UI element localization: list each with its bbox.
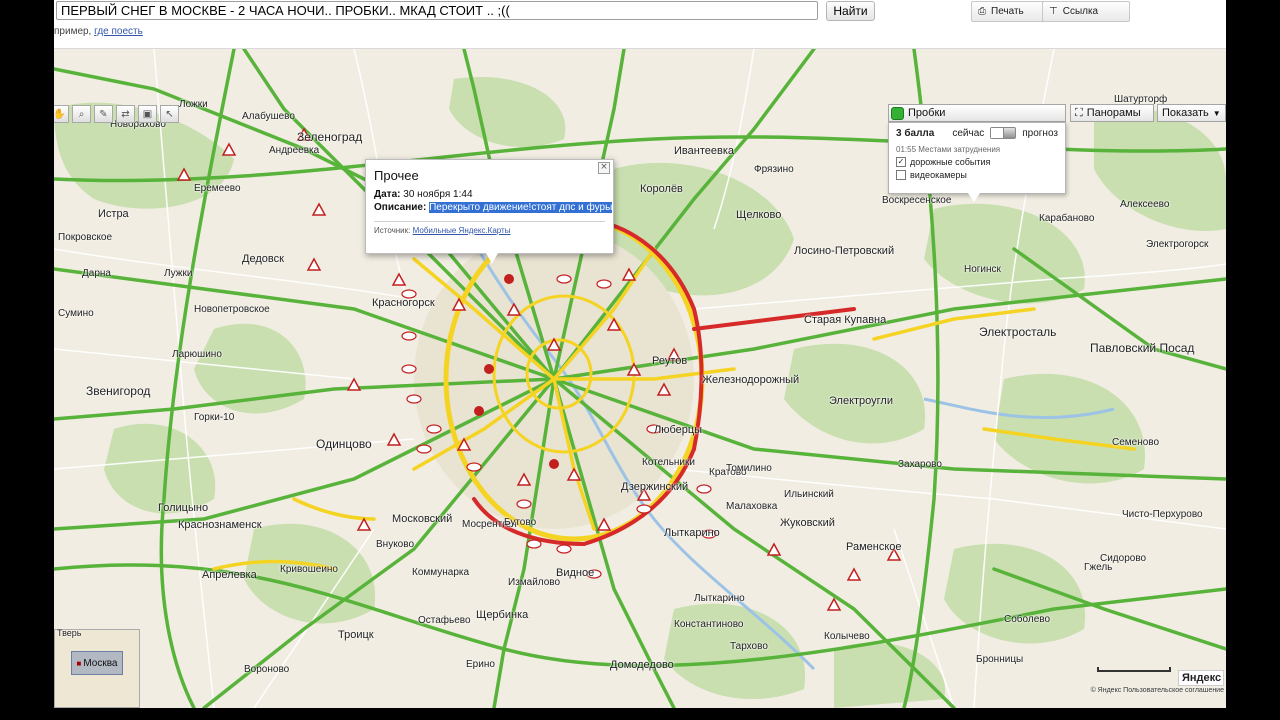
map-toolbar: ✋ ⌕ ✎ ⇄ ▣ ↖	[54, 105, 179, 123]
print-label: Печать	[991, 6, 1024, 17]
scale-bar	[1097, 667, 1171, 672]
example-link[interactable]: где поесть	[94, 26, 143, 37]
overview-minimap[interactable]: Тверь ■ Москва	[54, 628, 140, 708]
panorama-icon: ⛶	[1075, 106, 1083, 119]
traffic-light-icon	[891, 106, 904, 120]
hand-tool[interactable]: ✋	[54, 105, 69, 123]
ruler-icon: ✎	[99, 108, 108, 120]
events-label: дорожные события	[910, 157, 991, 167]
hand-icon: ✋	[54, 108, 66, 120]
source-link[interactable]: Мобильные Яндекс.Карты	[413, 226, 511, 235]
zoom-tool[interactable]: ⌕	[72, 105, 91, 123]
route-tool[interactable]: ⇄	[116, 105, 135, 123]
minimap-viewport[interactable]: ■ Москва	[71, 651, 123, 675]
incident-popup: × Прочее Дата: 30 ноября 1:44 Описание: …	[365, 159, 614, 264]
layers-icon: ▣	[142, 108, 153, 120]
now-label: сейчас	[952, 127, 985, 139]
show-dropdown[interactable]: Показать ▼	[1157, 104, 1226, 122]
popup-source: Источник: Мобильные Яндекс.Карты	[374, 221, 605, 235]
show-label: Показать	[1162, 107, 1209, 119]
date-value: 30 ноября 1:44	[403, 189, 473, 200]
panoramas-label: Панорамы	[1086, 107, 1141, 119]
cursor-tool[interactable]: ↖	[160, 105, 179, 123]
minimap-moscow: Москва	[83, 657, 118, 669]
find-button[interactable]: Найти	[826, 1, 875, 21]
print-button[interactable]: ⎙ Печать	[971, 1, 1047, 22]
pin-icon: ⊤	[1049, 6, 1058, 17]
cameras-option[interactable]: видеокамеры	[896, 170, 1058, 180]
cameras-label: видеокамеры	[910, 170, 967, 180]
popup-date: Дата: 30 ноября 1:44	[374, 189, 605, 200]
chevron-down-icon: ▼	[1212, 108, 1221, 118]
events-option[interactable]: ✓ дорожные события	[896, 157, 1058, 167]
date-label: Дата:	[374, 189, 401, 200]
link-label: Ссылка	[1062, 6, 1099, 17]
traffic-panel: 3 балла сейчас прогноз 01:55 Местами зат…	[888, 122, 1066, 202]
popup-description: Описание: Перекрыто движение!стоят дпс и…	[374, 202, 613, 213]
link-button[interactable]: ⊤ Ссылка	[1042, 1, 1130, 22]
traffic-toggle[interactable]: Пробки	[888, 104, 1066, 122]
cameras-checkbox[interactable]	[896, 170, 906, 180]
panel-pointer	[968, 193, 980, 202]
traffic-title: Пробки	[908, 107, 946, 119]
traffic-mode-row: 3 балла сейчас прогноз	[896, 127, 1058, 139]
close-icon[interactable]: ×	[598, 162, 610, 174]
traffic-status: 01:55 Местами затруднения	[896, 145, 1001, 154]
source-label: Источник:	[374, 226, 411, 235]
search-bar: Найти ⎙ Печать ⊤ Ссылка пример, где поес…	[54, 0, 1226, 49]
city-dot-icon: ■	[76, 658, 82, 668]
minimap-tver: Тверь	[57, 628, 82, 638]
events-checkbox[interactable]: ✓	[896, 157, 906, 167]
magnifier-icon: ⌕	[78, 108, 85, 120]
now-forecast-switch[interactable]	[990, 127, 1017, 139]
ruler-tool[interactable]: ✎	[94, 105, 113, 123]
panoramas-button[interactable]: ⛶ Панорамы	[1070, 104, 1154, 122]
route-icon: ⇄	[121, 108, 130, 120]
cursor-icon: ↖	[165, 108, 174, 120]
example-prefix: пример,	[54, 26, 95, 37]
traffic-score: 3 балла	[896, 127, 935, 139]
description-label: Описание:	[374, 202, 427, 213]
popup-pointer	[486, 253, 498, 264]
layers-tool[interactable]: ▣	[138, 105, 157, 123]
forecast-label: прогноз	[1022, 127, 1058, 139]
printer-icon: ⎙	[978, 6, 986, 17]
popup-title: Прочее	[374, 168, 419, 183]
yandex-logo: Яндекс	[1178, 670, 1224, 686]
search-input[interactable]	[56, 1, 818, 20]
browser-page: Найти ⎙ Печать ⊤ Ссылка пример, где поес…	[54, 0, 1226, 708]
copyright: © Яндекс Пользовательское соглашение	[1090, 687, 1224, 694]
map-canvas[interactable]: Зеленоград Андреевка Алабушево Новорахов…	[54, 49, 1226, 708]
description-value[interactable]: Перекрыто движение!стоят дпс и фуры	[429, 202, 613, 213]
search-example: пример, где поесть	[54, 26, 143, 37]
